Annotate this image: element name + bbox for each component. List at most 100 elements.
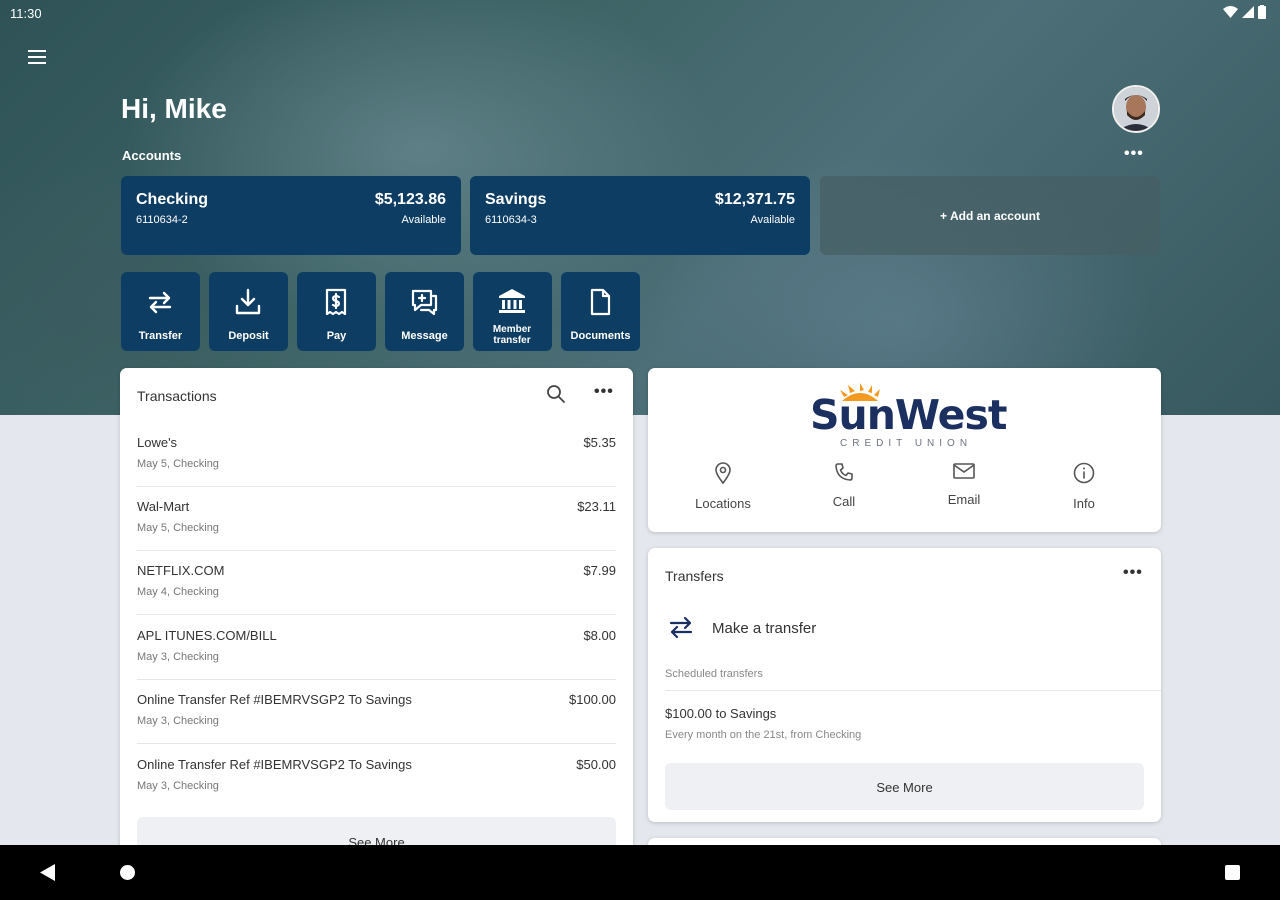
action-label: Member transfer [492, 324, 532, 346]
deposit-icon [235, 288, 261, 315]
contact-label: Call [832, 494, 856, 509]
transfers-title: Transfers [665, 568, 724, 584]
hamburger-menu-icon [28, 50, 46, 64]
transaction-name: APL ITUNES.COM/BILL [137, 628, 277, 643]
battery-icon [1258, 5, 1266, 19]
transaction-date: May 3, Checking [137, 780, 219, 792]
home-button[interactable] [120, 865, 135, 880]
transaction-name: Online Transfer Ref #IBEMRVSGP2 To Savin… [137, 757, 412, 772]
transaction-date: May 3, Checking [137, 715, 219, 727]
transaction-amount: $23.11 [577, 499, 616, 514]
transfer-action-button[interactable]: Transfer [121, 272, 200, 351]
account-name: Savings [485, 191, 547, 208]
brand-tagline: CREDIT UNION [840, 438, 973, 449]
account-status: Available [401, 214, 446, 226]
accounts-label: Accounts [122, 148, 182, 163]
navigation-bar [0, 845, 1280, 900]
user-avatar-icon [1114, 87, 1158, 131]
divider [665, 690, 1161, 691]
scheduled-transfer-item[interactable]: $100.00 to Savings [665, 706, 776, 721]
documents-action-button[interactable]: Documents [561, 272, 640, 351]
transaction-date: May 3, Checking [137, 651, 219, 663]
account-name: Checking [136, 191, 209, 208]
transactions-search-button[interactable] [546, 384, 566, 409]
avatar[interactable] [1112, 85, 1160, 133]
brand-name: SunWest [810, 391, 1007, 439]
checking-account-card[interactable]: Checking 6110634-2 $5,123.86 Available [121, 176, 461, 255]
recent-apps-button[interactable] [1225, 865, 1240, 880]
transaction-row[interactable]: NETFLIX.COM May 4, Checking $7.99 [137, 551, 616, 615]
transaction-name: Lowe's [137, 435, 178, 450]
savings-account-card[interactable]: Savings 6110634-3 $12,371.75 Available [470, 176, 810, 255]
transfer-icon [148, 291, 172, 314]
pay-action-button[interactable]: Pay [297, 272, 376, 351]
transaction-date: May 5, Checking [137, 522, 219, 534]
email-icon [953, 463, 975, 479]
transaction-name: Wal-Mart [137, 499, 190, 514]
account-status: Available [750, 214, 795, 226]
transaction-amount: $8.00 [583, 628, 616, 643]
status-bar: 11:30 [0, 0, 1280, 26]
add-account-button[interactable]: + Add an account [820, 176, 1160, 255]
transaction-row[interactable]: Lowe's May 5, Checking $5.35 [137, 423, 616, 487]
transaction-amount: $100.00 [569, 692, 616, 707]
account-number: 6110634-3 [485, 214, 537, 226]
message-action-button[interactable]: Message [385, 272, 464, 351]
scheduled-transfers-label: Scheduled transfers [665, 668, 763, 680]
action-label: Pay [326, 330, 347, 342]
transaction-row[interactable]: Wal-Mart May 5, Checking $23.11 [137, 487, 616, 551]
action-label: Message [401, 330, 448, 342]
back-triangle-icon [40, 864, 55, 881]
email-button[interactable]: Email [904, 462, 1024, 507]
make-transfer-icon-wrap[interactable] [666, 612, 696, 647]
transaction-row[interactable]: APL ITUNES.COM/BILL May 3, Checking $8.0… [137, 616, 616, 680]
phone-icon [835, 463, 853, 481]
deposit-action-button[interactable]: Deposit [209, 272, 288, 351]
accounts-more-button[interactable]: ••• [1124, 145, 1144, 163]
contact-label: Email [947, 492, 981, 507]
back-button[interactable] [40, 864, 56, 886]
transfers-more-button[interactable]: ••• [1123, 564, 1143, 582]
action-label: Deposit [228, 330, 269, 342]
transaction-amount: $5.35 [583, 435, 616, 450]
member-transfer-action-button[interactable]: Member transfer [473, 272, 552, 351]
transaction-date: May 5, Checking [137, 458, 219, 470]
transactions-title: Transactions [137, 388, 217, 404]
transactions-more-button[interactable]: ••• [594, 383, 614, 401]
document-icon [590, 288, 611, 316]
transfer-icon [669, 616, 693, 639]
account-balance: $12,371.75 [714, 191, 795, 208]
pay-icon [325, 288, 347, 316]
transfers-see-more-button[interactable]: See More [665, 763, 1144, 810]
transaction-amount: $7.99 [583, 563, 616, 578]
info-button[interactable]: Info [1024, 462, 1144, 511]
message-icon [411, 289, 438, 316]
sunwest-logo: SunWest CREDIT UNION [810, 383, 1007, 453]
quick-actions: Transfer Deposit Pay Message Member tran… [121, 272, 640, 351]
location-pin-icon [715, 462, 731, 484]
transaction-name: NETFLIX.COM [137, 563, 225, 578]
account-number: 6110634-2 [136, 214, 188, 226]
contact-label: Info [1073, 496, 1095, 511]
make-transfer-button[interactable]: Make a transfer [712, 620, 816, 637]
transaction-date: May 4, Checking [137, 586, 219, 598]
scheduled-transfer-detail: Every month on the 21st, from Checking [665, 729, 862, 741]
transaction-name: Online Transfer Ref #IBEMRVSGP2 To Savin… [137, 692, 412, 707]
search-icon [547, 385, 565, 403]
call-button[interactable]: Call [784, 462, 904, 509]
signal-icon [1242, 5, 1254, 18]
action-label: Documents [570, 330, 631, 342]
bank-icon [499, 289, 525, 313]
status-icons [1223, 5, 1266, 19]
action-label: Transfer [138, 330, 183, 342]
locations-button[interactable]: Locations [663, 462, 783, 511]
greeting-title: Hi, Mike [121, 93, 227, 124]
info-icon [1073, 462, 1095, 484]
status-time: 11:30 [10, 6, 42, 21]
transaction-row[interactable]: Online Transfer Ref #IBEMRVSGP2 To Savin… [137, 745, 616, 809]
transaction-row[interactable]: Online Transfer Ref #IBEMRVSGP2 To Savin… [137, 680, 616, 744]
contact-label: Locations [695, 496, 751, 511]
wifi-icon [1223, 5, 1238, 18]
menu-button[interactable] [24, 44, 50, 70]
account-balance: $5,123.86 [374, 191, 446, 208]
